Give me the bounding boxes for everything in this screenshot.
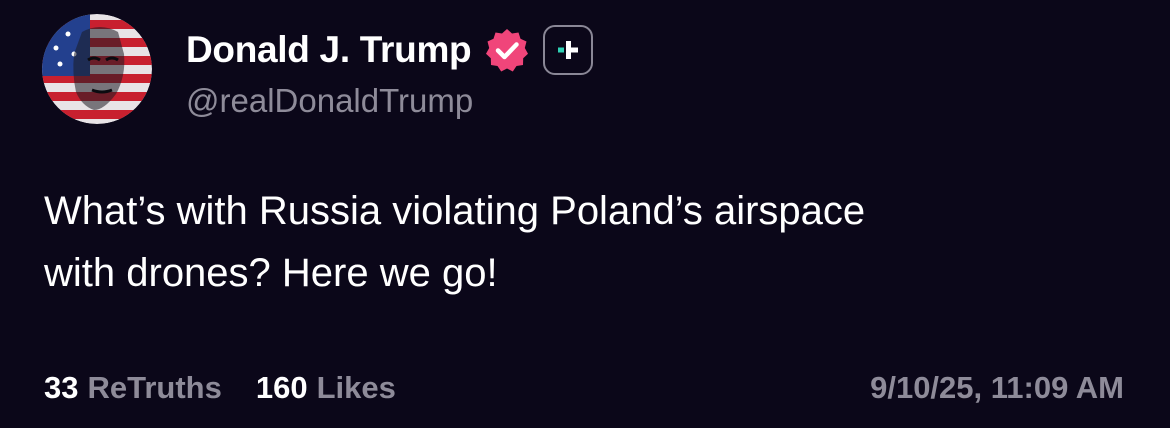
likes-stat[interactable]: 160 Likes: [256, 370, 396, 406]
post-timestamp[interactable]: 9/10/25, 11:09 AM: [870, 370, 1124, 406]
likes-count: 160: [255, 370, 308, 405]
post-body-line: What’s with Russia violating Poland’s ai…: [44, 189, 866, 233]
follow-button[interactable]: [543, 25, 594, 75]
verified-badge-icon: [483, 26, 531, 74]
retruths-label: ReTruths: [87, 370, 222, 405]
likes-label: Likes: [316, 370, 396, 405]
post-body-line: with drones? Here we go!: [44, 251, 498, 295]
author-handle[interactable]: @realDonaldTrump: [186, 82, 473, 120]
author-display-name[interactable]: Donald J. Trump: [186, 29, 472, 71]
truth-post: Donald J. Trump @realDonaldTrump What’s …: [0, 0, 1170, 428]
retruths-stat[interactable]: 33 ReTruths: [44, 370, 222, 406]
author-name-row: Donald J. Trump: [186, 24, 594, 76]
post-footer: 33 ReTruths 160 Likes 9/10/25, 11:09 AM: [44, 366, 1124, 410]
avatar-image: [42, 14, 152, 124]
post-body: What’s with Russia violating Poland’s ai…: [44, 180, 1124, 304]
retruths-count: 33: [44, 370, 79, 405]
avatar[interactable]: [42, 14, 152, 124]
plus-icon: [558, 41, 579, 59]
